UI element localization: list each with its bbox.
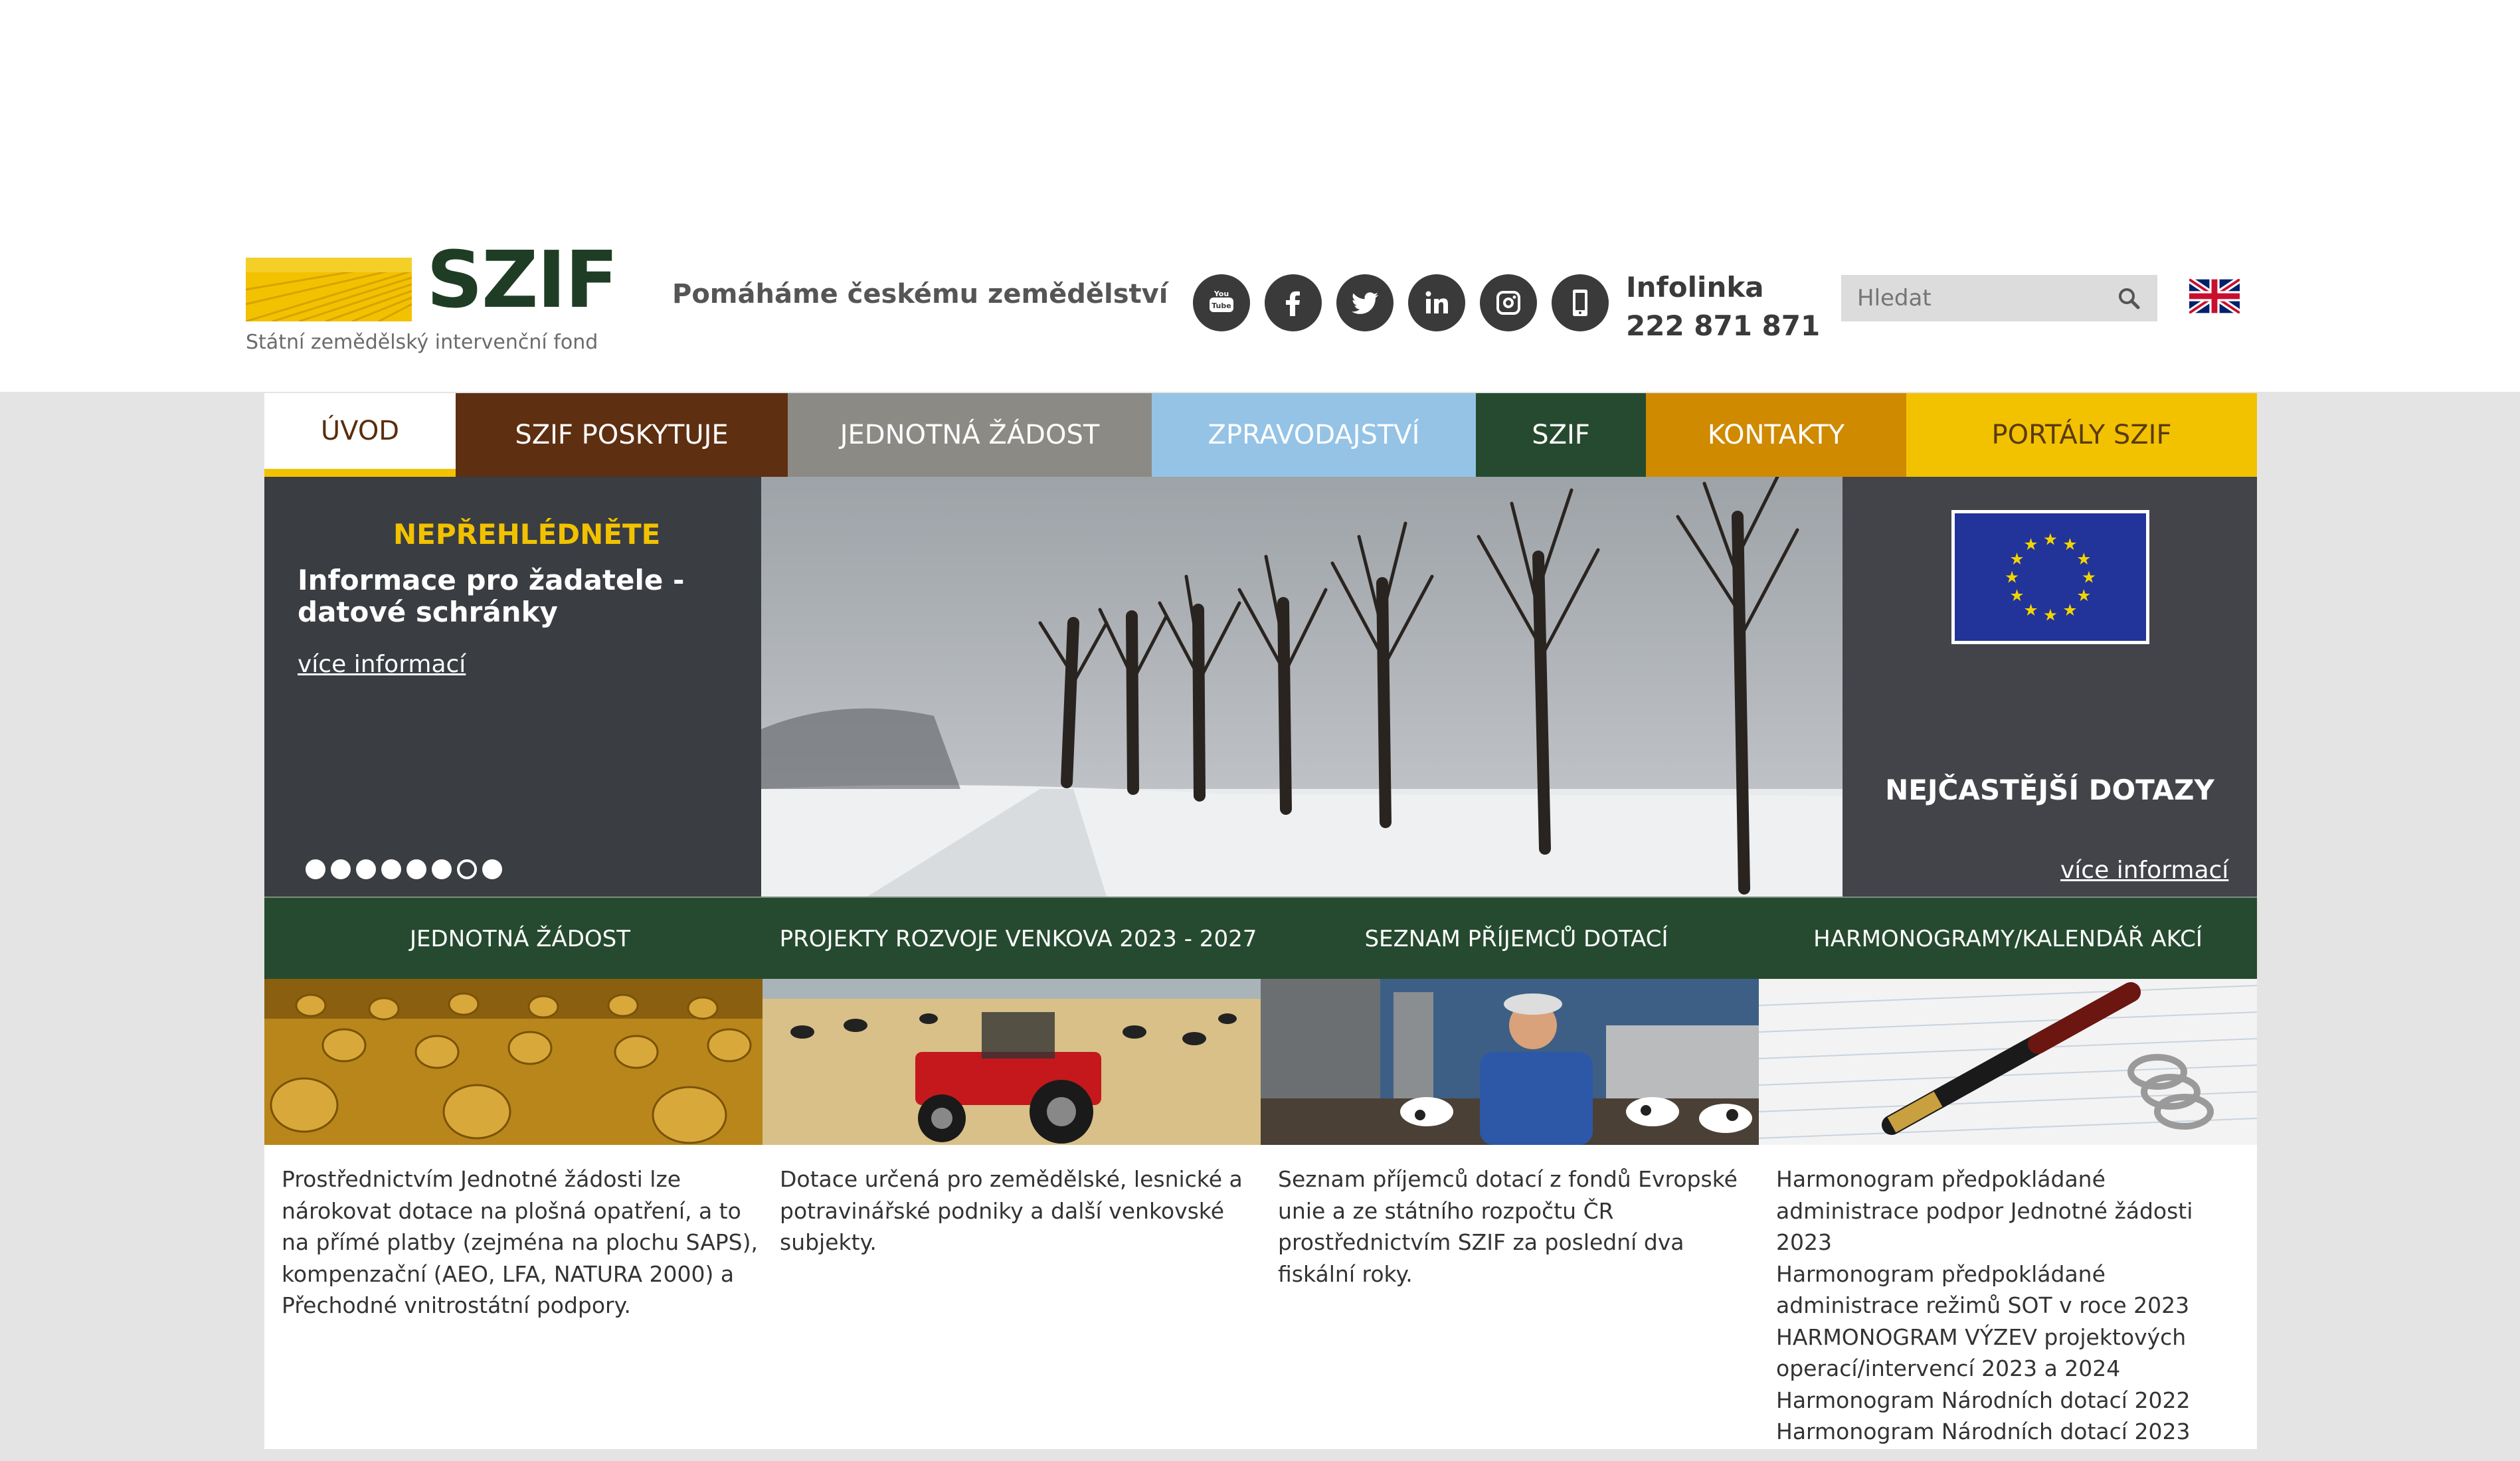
- quicklink-projekty-rozvoje[interactable]: PROJEKTY ROZVOJE VENKOVA 2023 - 2027: [763, 898, 1274, 980]
- svg-text:Tube: Tube: [1212, 301, 1231, 310]
- instagram-icon[interactable]: [1480, 274, 1537, 331]
- notice-title: NEPŘEHLÉDNĚTE: [393, 518, 661, 551]
- infolinka[interactable]: Infolinka 222 871 871: [1626, 268, 1820, 345]
- main-content: ÚVOD SZIF POSKYTUJE JEDNOTNÁ ŽÁDOST ZPRA…: [264, 393, 2257, 1449]
- logo-subtitle: Státní zemědělský intervenční fond: [246, 331, 598, 354]
- nav-jednotna-zadost[interactable]: JEDNOTNÁ ŽÁDOST: [788, 393, 1152, 477]
- szif-logo[interactable]: SZIF Státní zemědělský intervenční fond: [246, 240, 618, 359]
- slider-dots: [306, 859, 502, 879]
- search-box: [1841, 275, 2157, 321]
- harmonogram-link[interactable]: Harmonogram Národních dotací 2023: [1776, 1416, 2254, 1448]
- logo-wordmark: SZIF: [426, 234, 618, 325]
- slider-dot[interactable]: [306, 859, 325, 879]
- mobile-icon[interactable]: [1552, 274, 1609, 331]
- site-header: SZIF Státní zemědělský intervenční fond …: [0, 0, 2520, 392]
- facebook-icon[interactable]: [1265, 274, 1322, 331]
- eu-flag-icon: ★ ★★ ★★★ ★★★ ★★★: [1951, 510, 2149, 644]
- slider-dot[interactable]: [432, 859, 452, 879]
- linkedin-icon[interactable]: [1408, 274, 1465, 331]
- slogan: Pomáháme českému zemědělství: [672, 279, 1168, 309]
- nav-szif[interactable]: SZIF: [1476, 393, 1646, 477]
- main-nav: ÚVOD SZIF POSKYTUJE JEDNOTNÁ ŽÁDOST ZPRA…: [264, 393, 2257, 477]
- svg-text:★: ★: [2010, 586, 2025, 605]
- hay-bales-image[interactable]: [264, 979, 763, 1145]
- harmonogram-link[interactable]: Harmonogram Národních dotací 2022: [1776, 1385, 2254, 1417]
- faq-more-link[interactable]: více informací: [2060, 857, 2228, 884]
- uk-flag-icon[interactable]: [2189, 279, 2240, 313]
- svg-text:You: You: [1214, 290, 1229, 298]
- nav-zpravodajstvi[interactable]: ZPRAVODAJSTVÍ: [1152, 393, 1476, 477]
- slider-dot[interactable]: [331, 859, 351, 879]
- youtube-icon[interactable]: You Tube: [1193, 274, 1250, 331]
- svg-text:★: ★: [2010, 549, 2025, 568]
- slider-dot[interactable]: [482, 859, 502, 879]
- notice-panel: NEPŘEHLÉDNĚTE Informace pro žadatele - d…: [264, 477, 761, 897]
- harmonogram-links: Harmonogram předpokládané administrace p…: [1776, 1163, 2254, 1448]
- slider-dot[interactable]: [406, 859, 426, 879]
- nav-szif-poskytuje[interactable]: SZIF POSKYTUJE: [456, 393, 788, 477]
- harmonogram-link[interactable]: Harmonogram předpokládané administrace p…: [1776, 1163, 2254, 1258]
- pen-notebook-image[interactable]: [1759, 979, 2257, 1145]
- quicklinks-bar: JEDNOTNÁ ŽÁDOST PROJEKTY ROZVOJE VENKOVA…: [264, 897, 2257, 979]
- tractor-image[interactable]: [763, 979, 1261, 1145]
- slider-dot[interactable]: [381, 859, 401, 879]
- search-icon[interactable]: [2117, 287, 2140, 309]
- quicklink-jednotna-zadost[interactable]: JEDNOTNÁ ŽÁDOST: [264, 898, 776, 980]
- svg-text:★: ★: [2062, 600, 2077, 620]
- infolinka-label: Infolinka: [1626, 271, 1764, 303]
- svg-text:★: ★: [2062, 535, 2077, 554]
- svg-text:★: ★: [2043, 530, 2058, 549]
- tile-text-jednotna-zadost: Prostřednictvím Jednotné žádosti lze nár…: [282, 1166, 758, 1318]
- slider-dot[interactable]: [356, 859, 376, 879]
- quicklink-seznam-prijemcu[interactable]: SEZNAM PŘÍJEMCŮ DOTACÍ: [1261, 898, 1772, 980]
- social-links: You Tube: [1193, 274, 1609, 331]
- hero-banner: NEPŘEHLÉDNĚTE Informace pro žadatele - d…: [264, 477, 2257, 897]
- tile-text-projekty-rozvoje: Dotace určená pro zemědělské, lesnické a…: [780, 1166, 1243, 1255]
- notice-more-link[interactable]: více informací: [298, 651, 466, 678]
- svg-text:★: ★: [2082, 568, 2096, 587]
- nav-uvod[interactable]: ÚVOD: [264, 393, 456, 477]
- svg-text:★: ★: [2023, 535, 2038, 554]
- tile-text-seznam-prijemcu: Seznam příjemců dotací z fondů Evropské …: [1278, 1166, 1738, 1287]
- nav-kontakty[interactable]: KONTAKTY: [1646, 393, 1906, 477]
- svg-text:★: ★: [2005, 568, 2019, 587]
- svg-text:★: ★: [2023, 600, 2038, 620]
- quicklink-harmonogramy[interactable]: HARMONOGRAMY/KALENDÁŘ AKCÍ: [1759, 898, 2257, 980]
- harmonogram-link[interactable]: Harmonogram předpokládané administrace r…: [1776, 1258, 2254, 1322]
- harmonogram-link[interactable]: HARMONOGRAM VÝZEV projektových operací/i…: [1776, 1322, 2254, 1385]
- faq-title: NEJČASTĚJŠÍ DOTAZY: [1885, 774, 2214, 806]
- twitter-icon[interactable]: [1336, 274, 1394, 331]
- notice-text: Informace pro žadatele - datové schránky: [298, 564, 685, 628]
- infolinka-number: 222 871 871: [1626, 309, 1821, 342]
- svg-text:★: ★: [2076, 549, 2091, 568]
- farmer-image[interactable]: [1261, 979, 1759, 1145]
- svg-text:★: ★: [2076, 586, 2091, 605]
- nav-portaly-szif[interactable]: PORTÁLY SZIF: [1906, 393, 2257, 477]
- field-logo-icon: [246, 258, 412, 321]
- svg-text:★: ★: [2043, 606, 2058, 625]
- search-input[interactable]: [1841, 285, 2100, 311]
- slider-dot-current[interactable]: [457, 859, 477, 879]
- winter-road-image: [761, 477, 1843, 897]
